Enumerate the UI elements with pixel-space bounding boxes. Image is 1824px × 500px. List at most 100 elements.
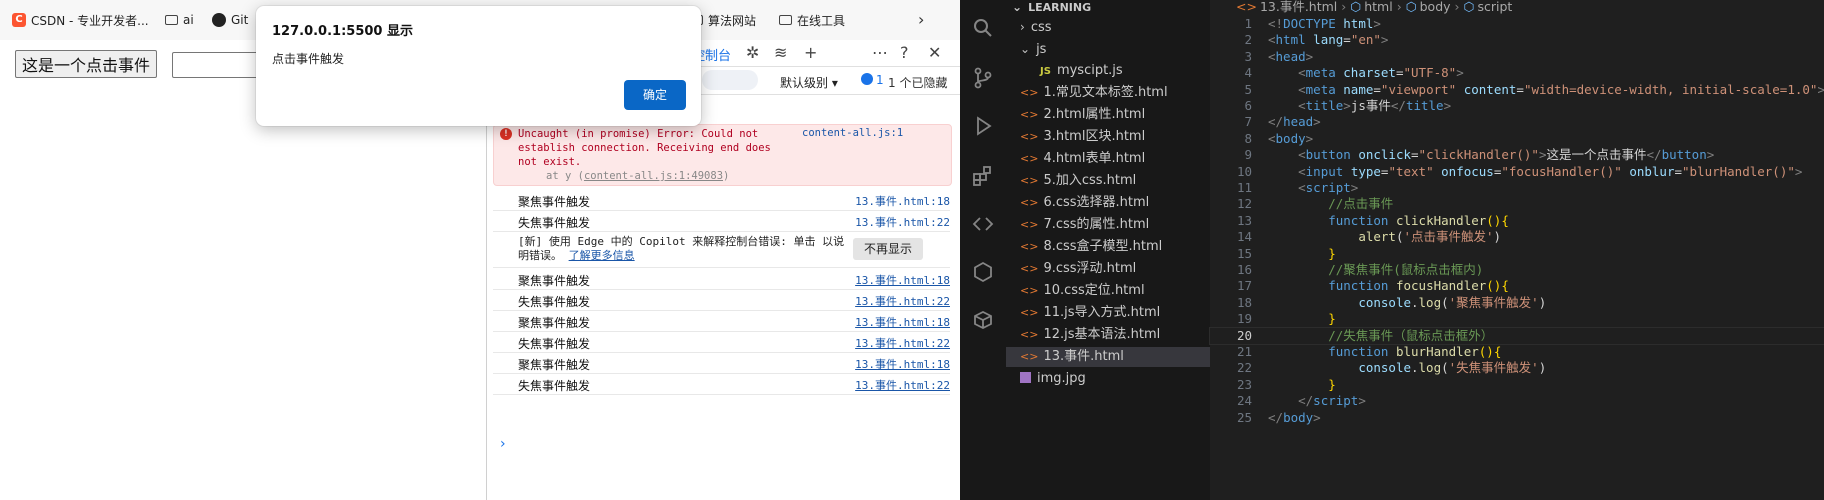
code-line[interactable]: 2 <html lang="en"> <box>1210 32 1824 48</box>
tree-file[interactable]: <> 2.html属性.html <box>1020 105 1145 125</box>
code-line[interactable]: 8 <body> <box>1210 131 1824 147</box>
explorer-section-title[interactable]: ⌄ LEARNING <box>1012 0 1091 17</box>
testing-icon[interactable] <box>971 260 995 284</box>
console-prompt[interactable]: › <box>500 436 506 452</box>
code-line[interactable]: 14 alert('点击事件触发') <box>1210 229 1824 245</box>
code-line[interactable]: 13 function clickHandler(){ <box>1210 213 1824 229</box>
code-line[interactable]: 24 </script> <box>1210 393 1824 409</box>
code-line[interactable]: 25 </body> <box>1210 410 1824 426</box>
log-source-link[interactable]: 13.事件.html:18 <box>855 272 950 288</box>
add-tab-icon[interactable]: + <box>804 43 817 62</box>
code-token: ) <box>1493 229 1502 245</box>
network-icon[interactable]: ≋ <box>774 43 787 62</box>
log-source-link[interactable]: 13.事件.html:18 <box>855 193 950 209</box>
code-line[interactable]: 10 <input type="text" onfocus="focusHand… <box>1210 164 1824 180</box>
bug-icon[interactable]: ✲ <box>746 43 759 62</box>
tree-file[interactable]: <> 11.js导入方式.html <box>1020 303 1160 323</box>
breadcrumb-item[interactable]: script <box>1477 0 1512 14</box>
error-source-link[interactable]: content-all.js:1 <box>802 127 903 139</box>
remote-explorer-icon[interactable] <box>971 212 995 236</box>
learn-more-link[interactable]: 了解更多信息 <box>569 249 635 262</box>
code-line[interactable]: 6 <title>js事件</title> <box>1210 98 1824 114</box>
tree-file[interactable]: img.jpg <box>1020 369 1086 389</box>
dont-show-again-button[interactable]: 不再显示 <box>853 238 923 260</box>
help-icon[interactable]: ? <box>900 43 909 62</box>
tree-file[interactable]: <> 12.js基本语法.html <box>1020 325 1160 345</box>
extensions-icon[interactable] <box>971 164 995 188</box>
log-source-link[interactable]: 13.事件.html:22 <box>855 293 950 309</box>
code-token: (){ <box>1486 278 1509 294</box>
log-source-link[interactable]: 13.事件.html:22 <box>855 214 950 230</box>
code-line[interactable]: 23 } <box>1210 377 1824 393</box>
line-number: 22 <box>1236 360 1252 376</box>
tree-file[interactable]: JS myscipt.js <box>1040 61 1123 81</box>
filter-input[interactable] <box>702 70 758 90</box>
chevron-right-icon[interactable]: › <box>918 10 924 29</box>
log-source-link[interactable]: 13.事件.html:22 <box>855 377 950 393</box>
run-debug-icon[interactable] <box>971 114 995 138</box>
tree-file[interactable]: <> 4.html表单.html <box>1020 149 1145 169</box>
bookmark-tools[interactable]: 在线工具 <box>779 11 845 29</box>
bookmark-ai[interactable]: ai <box>165 11 194 29</box>
bookmark-github[interactable]: Git <box>212 11 248 29</box>
code-line[interactable]: 4 <meta charset="UTF-8"> <box>1210 65 1824 81</box>
code-line[interactable]: 17 function focusHandler(){ <box>1210 278 1824 294</box>
log-row: 失焦事件触发 13.事件.html:22 <box>493 332 950 353</box>
ok-button[interactable]: 确定 <box>624 80 686 110</box>
code-line[interactable]: 12 //点击事件 <box>1210 196 1824 212</box>
github-icon <box>212 13 226 27</box>
code-text: console.log('失焦事件触发') <box>1268 360 1546 376</box>
breadcrumb-item[interactable]: 13.事件.html <box>1260 0 1337 14</box>
breadcrumb-item[interactable]: html <box>1364 0 1392 14</box>
code-line[interactable]: 20 //失焦事件（鼠标点击框外） <box>1209 326 1824 346</box>
code-line[interactable]: 3 <head> <box>1210 49 1824 65</box>
search-icon[interactable] <box>971 16 995 40</box>
tree-file[interactable]: <> 3.html区块.html <box>1020 127 1145 147</box>
stack-link[interactable]: content-all.js:1:49083 <box>584 170 723 182</box>
stack-prefix: at y ( <box>546 170 584 182</box>
log-source-link[interactable]: 13.事件.html:22 <box>855 335 950 351</box>
tree-file[interactable]: <> 10.css定位.html <box>1020 281 1145 301</box>
line-number: 5 <box>1244 81 1252 97</box>
close-icon[interactable]: ✕ <box>928 43 941 62</box>
code-token: } <box>1328 311 1336 327</box>
code-line[interactable]: 21 function blurHandler(){ <box>1210 344 1824 360</box>
log-source-link[interactable]: 13.事件.html:18 <box>855 314 950 330</box>
source-control-icon[interactable] <box>971 66 995 90</box>
more-icon[interactable]: ⋯ <box>872 43 888 62</box>
copilot-message: [新] 使用 Edge 中的 Copilot 来解释控制台错误: 单击 以说明错… <box>518 235 845 262</box>
tree-file[interactable]: <> 5.加入css.html <box>1020 171 1136 191</box>
code-line[interactable]: 22 console.log('失焦事件触发') <box>1210 360 1824 376</box>
click-event-button[interactable]: 这是一个点击事件 <box>15 50 158 78</box>
tree-file[interactable]: <> 8.css盒子模型.html <box>1020 237 1162 257</box>
code-line[interactable]: 1 <!DOCTYPE html> <box>1210 16 1824 32</box>
log-level-select[interactable]: 默认级别 ▾ <box>780 74 838 91</box>
code-text: } <box>1268 377 1336 393</box>
tree-file[interactable]: <> 6.css选择器.html <box>1020 193 1149 213</box>
code-line[interactable]: 11 <script> <box>1210 180 1824 196</box>
code-line[interactable]: 5 <meta name="viewport" content="width=d… <box>1210 82 1824 98</box>
hidden-count[interactable]: 1 个已隐藏 <box>888 74 947 91</box>
tree-item-label: css <box>1030 20 1052 35</box>
tree-folder[interactable]: ⌄ js <box>1020 39 1046 59</box>
tree-file[interactable]: <> 7.css的属性.html <box>1020 215 1149 235</box>
tree-folder[interactable]: › css <box>1020 17 1052 37</box>
line-number: 14 <box>1236 229 1252 245</box>
code-token: name <box>1343 81 1374 97</box>
code-line[interactable]: 16 //聚焦事件(鼠标点击框内) <box>1210 262 1824 278</box>
tree-file[interactable]: <> 13.事件.html <box>1006 347 1224 367</box>
tree-item-label: 1.常见文本标签.html <box>1043 85 1168 100</box>
code-line[interactable]: 9 <button onclick="clickHandler()">这是一个点… <box>1210 147 1824 163</box>
breadcrumb-item[interactable]: body <box>1420 0 1451 14</box>
code-line[interactable]: 7 </head> <box>1210 114 1824 130</box>
package-icon[interactable] <box>971 308 995 332</box>
tree-file[interactable]: <> 9.css浮动.html <box>1020 259 1136 279</box>
code-token: . <box>1411 294 1419 310</box>
log-source-link[interactable]: 13.事件.html:18 <box>855 356 950 372</box>
code-line[interactable]: 19 } <box>1210 311 1824 327</box>
bookmark-csdn[interactable]: C CSDN - 专业开发者... <box>12 11 149 29</box>
code-line[interactable]: 15 } <box>1210 246 1824 262</box>
tree-file[interactable]: <> 1.常见文本标签.html <box>1020 83 1168 103</box>
code-line[interactable]: 18 console.log('聚焦事件触发') <box>1210 295 1824 311</box>
